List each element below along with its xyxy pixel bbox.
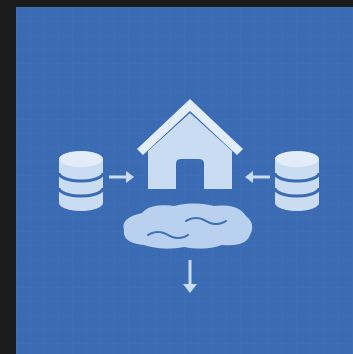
app-frame [0,0,353,354]
database-icon [273,151,321,211]
illustration-tile [16,7,353,354]
illustration-canvas [16,7,353,354]
database-icon [57,151,105,211]
